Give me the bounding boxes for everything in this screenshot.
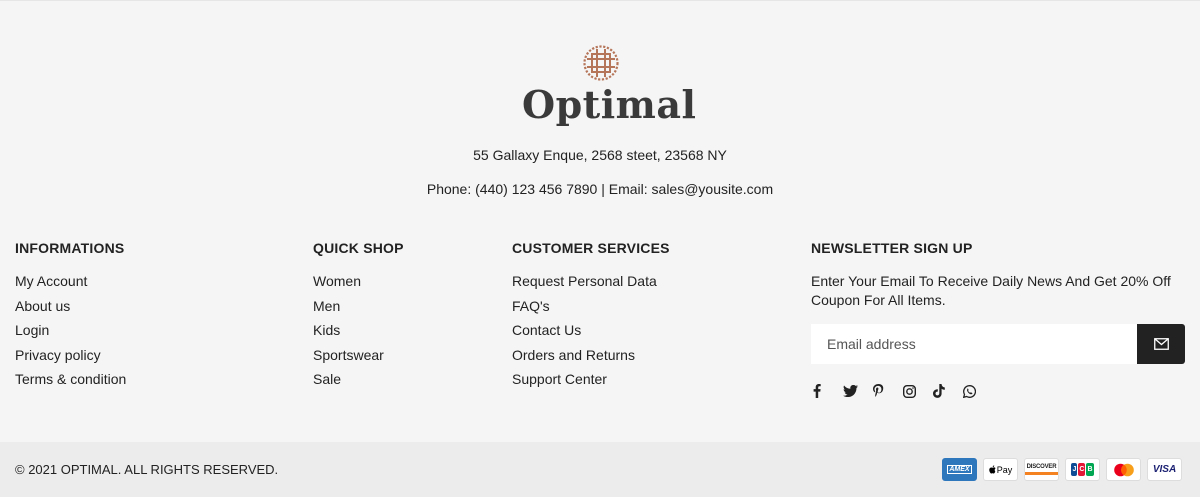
store-contact: Phone: (440) 123 456 7890 | Email: sales… (426, 181, 774, 197)
instagram-icon[interactable] (901, 382, 931, 400)
link-contact-us[interactable]: Contact Us (512, 321, 792, 339)
jcb-letter-c: C (1078, 463, 1086, 476)
visa-label: VISA (1152, 464, 1177, 475)
link-faqs[interactable]: FAQ's (512, 297, 792, 315)
link-terms[interactable]: Terms & condition (15, 370, 295, 388)
amex-label: AMEX (947, 465, 972, 474)
newsletter-heading: NEWSLETTER SIGN UP (811, 240, 973, 256)
newsletter-column: NEWSLETTER SIGN UP Enter Your Email To R… (811, 239, 1185, 398)
link-support-center[interactable]: Support Center (512, 370, 792, 388)
facebook-icon[interactable] (811, 382, 841, 400)
envelope-icon (1153, 338, 1169, 350)
whatsapp-icon[interactable] (961, 382, 991, 400)
link-my-account[interactable]: My Account (15, 272, 295, 290)
logo-mark-icon (583, 45, 619, 81)
footer-bottom-bar: © 2021 OPTIMAL. ALL RIGHTS RESERVED. AME… (0, 442, 1200, 497)
quick-shop-heading: QUICK SHOP (313, 240, 404, 256)
brand-logo[interactable]: Optimal (522, 45, 697, 131)
brand-name: Optimal (522, 82, 697, 127)
jcb-letter-j: J (1071, 463, 1078, 476)
email-input[interactable] (811, 324, 1137, 364)
informations-heading: INFORMATIONS (15, 240, 125, 256)
customer-services-column: CUSTOMER SERVICES Request Personal Data … (512, 239, 792, 395)
link-kids[interactable]: Kids (313, 321, 493, 339)
link-men[interactable]: Men (313, 297, 493, 315)
apple-logo-icon (988, 465, 996, 474)
copyright-text: © 2021 OPTIMAL. ALL RIGHTS RESERVED. (15, 462, 279, 477)
jcb-label: J C B (1071, 463, 1094, 476)
visa-icon: VISA (1147, 458, 1182, 481)
discover-stripe (1025, 472, 1058, 475)
link-about-us[interactable]: About us (15, 297, 295, 315)
payment-methods: AMEX Pay DISCOVER J C B VISA (942, 458, 1182, 481)
apple-pay-icon: Pay (983, 458, 1018, 481)
apple-pay-label: Pay (996, 464, 1013, 475)
link-women[interactable]: Women (313, 272, 493, 290)
subscribe-button[interactable] (1137, 324, 1185, 364)
jcb-icon: J C B (1065, 458, 1100, 481)
link-sportswear[interactable]: Sportswear (313, 346, 493, 364)
amex-icon: AMEX (942, 458, 977, 481)
link-login[interactable]: Login (15, 321, 295, 339)
tiktok-icon[interactable] (931, 382, 961, 400)
mastercard-circles (1113, 463, 1134, 476)
newsletter-form (811, 324, 1185, 364)
discover-label: DISCOVER (1026, 464, 1057, 470)
quick-shop-column: QUICK SHOP Women Men Kids Sportswear Sal… (313, 239, 493, 395)
store-address: 55 Gallaxy Enque, 2568 steet, 23568 NY (473, 147, 727, 163)
link-privacy-policy[interactable]: Privacy policy (15, 346, 295, 364)
informations-column: INFORMATIONS My Account About us Login P… (15, 239, 295, 395)
link-orders-returns[interactable]: Orders and Returns (512, 346, 792, 364)
social-links (811, 382, 991, 400)
pinterest-icon[interactable] (871, 382, 901, 400)
twitter-icon[interactable] (841, 382, 871, 400)
footer-main: Optimal 55 Gallaxy Enque, 2568 steet, 23… (0, 0, 1200, 442)
jcb-letter-b: B (1086, 463, 1094, 476)
customer-services-heading: CUSTOMER SERVICES (512, 240, 670, 256)
link-sale[interactable]: Sale (313, 370, 493, 388)
newsletter-text: Enter Your Email To Receive Daily News A… (811, 273, 1171, 308)
link-request-data[interactable]: Request Personal Data (512, 272, 792, 290)
discover-icon: DISCOVER (1024, 458, 1059, 481)
mastercard-icon (1106, 458, 1141, 481)
